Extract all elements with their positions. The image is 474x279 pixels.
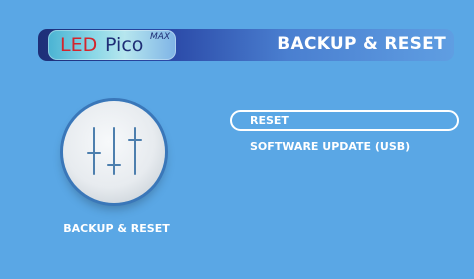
logo-max-text: MAX bbox=[150, 32, 171, 42]
logo-pico-text: Pico bbox=[105, 34, 144, 56]
page-title: BACKUP & RESET bbox=[277, 34, 446, 54]
brand-logo: LED Pico MAX bbox=[48, 30, 176, 60]
menu-item-reset[interactable]: RESET bbox=[250, 114, 289, 127]
menu-item-software-update[interactable]: SOFTWARE UPDATE (USB) bbox=[250, 140, 410, 153]
section-caption: BACKUP & RESET bbox=[63, 222, 170, 235]
backup-reset-section-icon bbox=[63, 101, 165, 203]
equalizer-sliders-icon bbox=[87, 127, 142, 175]
logo-led-text: LED bbox=[60, 34, 98, 56]
